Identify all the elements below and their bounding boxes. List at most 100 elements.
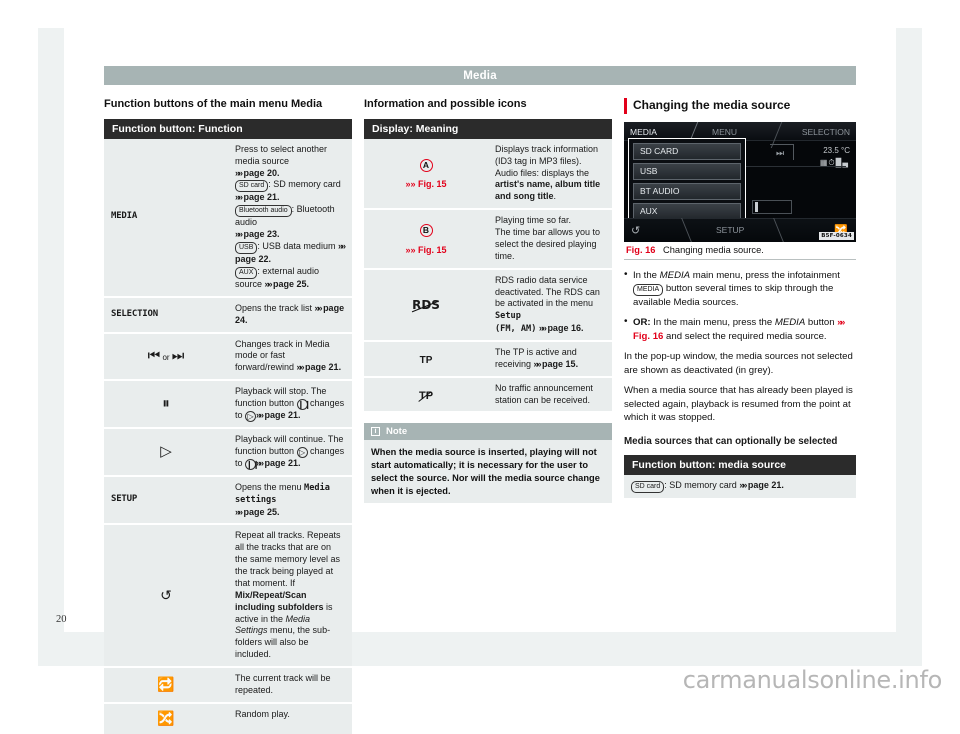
rds-off-icon: RDS: [364, 268, 488, 342]
row-value-setup: Opens the menu Media settings»» page 25.: [228, 475, 352, 526]
note-title: Note: [386, 426, 408, 438]
figure-caption: Fig. 16 Changing media source.: [624, 242, 856, 260]
figure-reference-a: »» Fig. 15: [405, 179, 447, 190]
table-row: SELECTION Opens the track list »» page 2…: [104, 296, 352, 334]
row-value-play: Playback will continue. The function but…: [228, 428, 352, 477]
row-value-repeat-all: Repeat all tracks. Repeats all the track…: [228, 524, 352, 669]
table-row: SETUP Opens the menu Media settings»» pa…: [104, 475, 352, 526]
sd-card-key-icon: SD card: [235, 180, 269, 193]
paragraph-popup-grey: In the pop-up window, the media sources …: [624, 351, 853, 376]
column-right: Changing the media source MEDIA MENU SEL…: [624, 98, 856, 498]
figure-number: Fig. 16: [626, 244, 656, 255]
display-meaning-table: Display: Meaning A »» Fig. 15 Displays t…: [364, 118, 612, 412]
table-row: 🔁 The current track will be repeated.: [104, 667, 352, 704]
site-watermark: carmanualsonline.info: [682, 666, 943, 694]
subheading-optional-sources: Media sources that can optionally be sel…: [624, 436, 838, 448]
table-row: A »» Fig. 15 Displays track information …: [364, 138, 612, 211]
table-header-row: Display: Meaning: [364, 118, 612, 139]
table-row: TP The TP is active and receiving »» pag…: [364, 340, 612, 378]
table-row: ⏸ Playback will stop. The function butto…: [104, 380, 352, 429]
row-value-selection: Opens the track list »» page 24.: [228, 296, 352, 334]
figure-image-code: B5F-0634: [819, 231, 854, 240]
strikethrough-line: [411, 300, 439, 313]
row-value-media: Press to select another media source »» …: [228, 138, 352, 298]
pause-icon: ⏸: [104, 380, 228, 429]
play-inline-icon: ▷: [245, 411, 257, 422]
table-header-row: Function button: Function: [104, 118, 352, 139]
table-header-display-meaning: Display: Meaning: [364, 118, 612, 139]
pause-inline-icon: ❙❙: [296, 399, 311, 410]
figure-progress-box: [752, 199, 792, 214]
tp-icon: TP: [364, 340, 488, 378]
prev-next-track-icon: ⏮ or ⏭: [104, 332, 228, 382]
repeat-one-icon: 🔁: [104, 667, 228, 704]
figure-wrapper: MEDIA MENU SELECTION ne 1 ⏭ 23.5 °C ▦⏱█▄…: [624, 121, 856, 260]
row-value-repeat-one: The current track will be repeated.: [228, 667, 352, 704]
section-heading-function-buttons: Function buttons of the main menu Media: [104, 98, 323, 110]
figure-temperature: 23.5 °C: [823, 145, 850, 155]
section-heading-information-icons: Information and possible icons: [364, 98, 527, 110]
tp-crossed-icon: TP: [364, 376, 488, 412]
media-key-icon: MEDIA: [633, 284, 664, 297]
callout-b-icon: B: [419, 224, 433, 238]
page-number: 20: [56, 614, 67, 625]
usb-key-icon: USB: [235, 242, 258, 254]
row-key-setup: SETUP: [104, 475, 228, 526]
row-value-playing-time: Playing time so far. The time bar allows …: [488, 209, 612, 270]
function-buttons-table: Function button: Function MEDIA Press to…: [104, 118, 352, 734]
row-value-rds: RDS radio data service deactivated. The …: [488, 268, 612, 342]
callout-a-cell: A »» Fig. 15: [364, 138, 488, 211]
figure-setup-label: SETUP: [716, 224, 745, 235]
section-heading-changing-media-source: Changing the media source: [624, 98, 856, 114]
figure-reference-b: »» Fig. 15: [405, 244, 447, 255]
figure-caption-text: Changing media source.: [663, 244, 764, 255]
popup-item-usb[interactable]: USB: [633, 162, 741, 180]
strikethrough-line: [418, 391, 432, 402]
column-middle: Information and possible icons Display: …: [364, 98, 612, 504]
figure-next-track-icon: ⏭: [776, 147, 785, 158]
table-header-function-button: Function button: Function: [104, 118, 352, 139]
table-row: MEDIA Press to select another media sour…: [104, 138, 352, 298]
running-head: Media: [104, 66, 856, 85]
figure-progress-fill: [755, 201, 758, 212]
paragraph-media-button: In the MEDIA main menu, press the infota…: [624, 268, 856, 310]
row-value-tp: The TP is active and receiving »» page 1…: [488, 340, 612, 378]
row-value-shuffle: Random play.: [228, 702, 352, 734]
media-source-popup: SD CARD USB BT AUDIO AUX: [628, 137, 746, 226]
table-row: RDS RDS radio data service deactivated. …: [364, 268, 612, 342]
pause-inline-icon: ❙❙: [245, 458, 260, 470]
row-value-track-info: Displays track information (ID3 tag in M…: [488, 138, 612, 211]
figure-tab-menu: MENU: [712, 126, 738, 137]
aux-key-icon: AUX: [235, 266, 258, 279]
note-body: When the media source is inserted, playi…: [364, 440, 612, 504]
table-row: 🔀 Random play.: [104, 702, 352, 734]
figure-tab-media: MEDIA: [630, 126, 657, 137]
callout-b-cell: B »» Fig. 15: [364, 209, 488, 270]
sd-card-key-icon: SD card: [631, 480, 665, 493]
row-value-track-change: Changes track in Media mode or fast forw…: [228, 332, 352, 382]
callout-a-icon: A: [419, 158, 433, 172]
figure-tab-selection: SELECTION: [801, 126, 850, 137]
info-icon: i: [371, 427, 380, 437]
paragraph-resume-playback: When a media source that has already bee…: [624, 385, 853, 423]
play-inline-icon: ▷: [296, 446, 308, 458]
table-header-media-source: Function button: media source: [624, 454, 856, 475]
table-row: SD card: SD memory card »» page 21.: [624, 474, 856, 498]
media-source-table: Function button: media source SD card: S…: [624, 454, 856, 498]
table-row: B »» Fig. 15 Playing time so far. The tim…: [364, 209, 612, 270]
row-key-selection: SELECTION: [104, 296, 228, 334]
play-icon: ▷: [104, 428, 228, 477]
shuffle-icon: 🔀: [104, 702, 228, 734]
repeat-all-icon: ↺: [104, 524, 228, 669]
column-left: Function buttons of the main menu Media …: [104, 98, 352, 734]
popup-item-bt-audio[interactable]: BT AUDIO: [633, 182, 741, 200]
paragraph-or-media-button: OR: In the main menu, press the MEDIA bu…: [624, 315, 856, 343]
row-value-pause: Playback will stop. The function button …: [228, 380, 352, 429]
note-header: i Note: [364, 423, 612, 441]
table-row: ▷ Playback will continue. The function b…: [104, 428, 352, 477]
row-value-no-tp: No traffic announcement station can be r…: [488, 376, 612, 412]
popup-item-sd-card[interactable]: SD CARD: [633, 142, 741, 160]
row-key-media: MEDIA: [104, 138, 228, 298]
table-row: ⏮ or ⏭ Changes track in Media mode or fa…: [104, 332, 352, 382]
bluetooth-audio-key-icon: Bluetooth audio: [235, 205, 292, 218]
